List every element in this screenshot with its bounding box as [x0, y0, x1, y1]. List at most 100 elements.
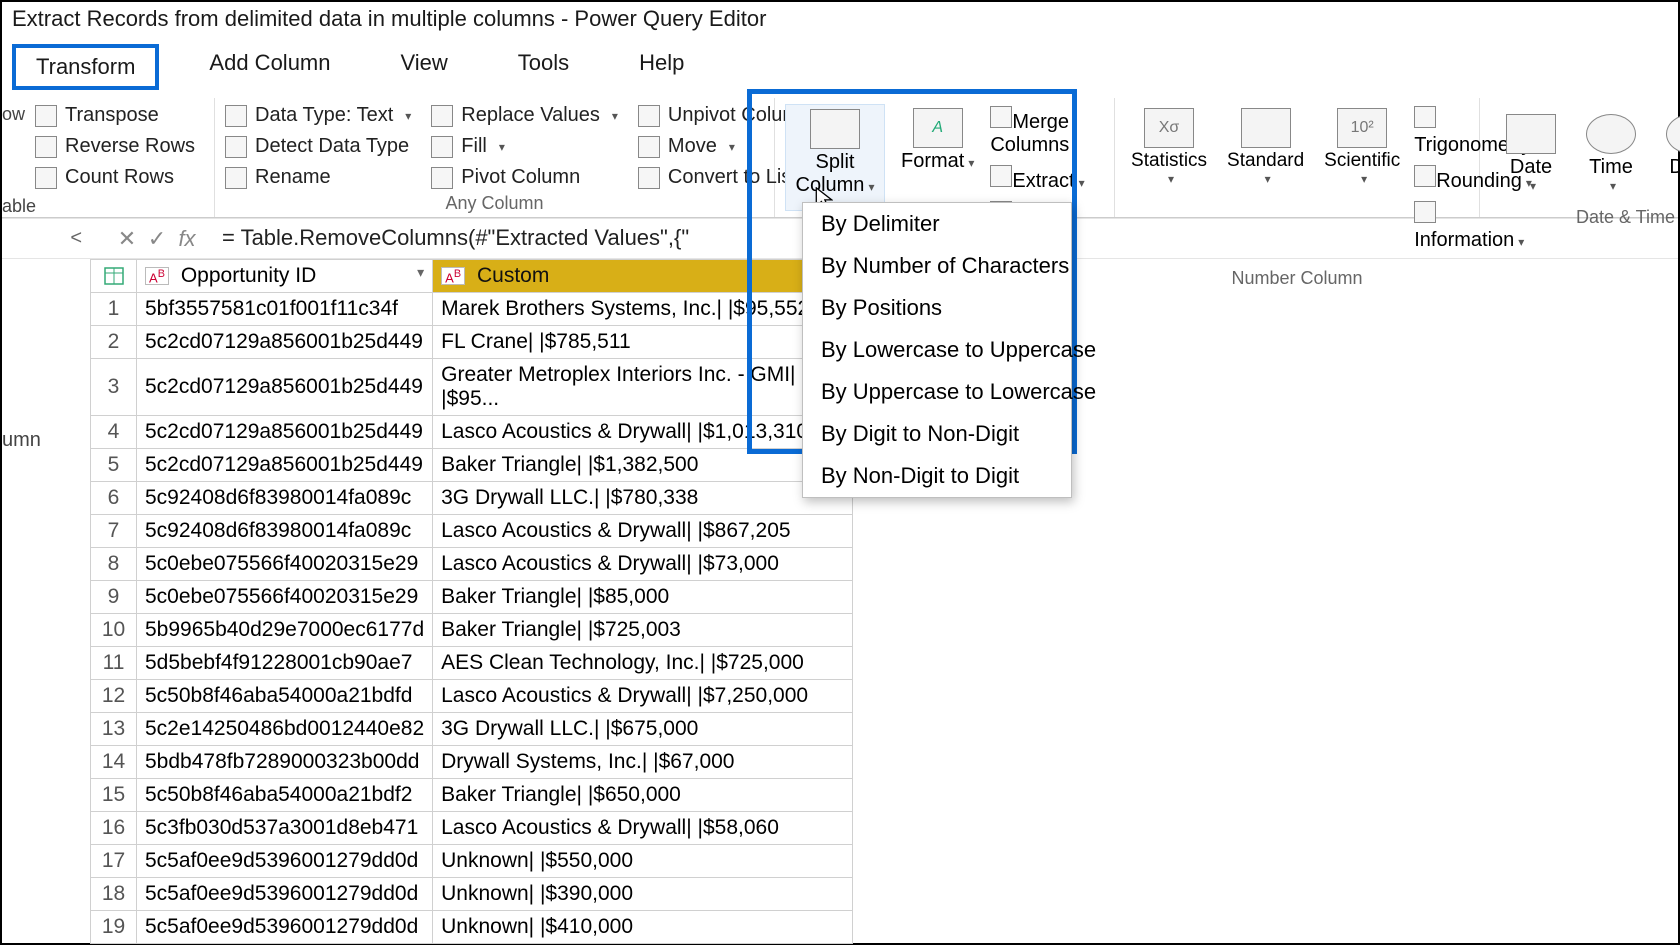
table-row[interactable]: 175c5af0ee9d5396001279dd0dUnknown| |$550… [91, 845, 853, 878]
row-number[interactable]: 8 [91, 548, 137, 581]
cell-opportunity-id[interactable]: 5c3fb030d537a3001d8eb471 [137, 812, 433, 845]
row-number[interactable]: 3 [91, 359, 137, 416]
cell-custom[interactable]: Lasco Acoustics & Drywall| |$73,000 [433, 548, 853, 581]
menu-by-delimiter[interactable]: By Delimiter [803, 203, 1071, 245]
row-number[interactable]: 13 [91, 713, 137, 746]
scientific-button[interactable]: 10²Scientific [1318, 104, 1406, 252]
table-row[interactable]: 125c50b8f46aba54000a21bdfdLasco Acoustic… [91, 680, 853, 713]
cell-custom[interactable]: Drywall Systems, Inc.| |$67,000 [433, 746, 853, 779]
column-filter-button[interactable]: ▾ [417, 264, 424, 281]
table-row[interactable]: 115d5bebf4f91228001cb90ae7AES Clean Tech… [91, 647, 853, 680]
menu-by-number-of-characters[interactable]: By Number of Characters [803, 245, 1071, 287]
column-header-custom[interactable]: AB Custom [433, 260, 853, 293]
cell-opportunity-id[interactable]: 5c2e14250486bd0012440e82 [137, 713, 433, 746]
row-number[interactable]: 1 [91, 293, 137, 326]
cell-custom[interactable]: Baker Triangle| |$650,000 [433, 779, 853, 812]
cell-custom[interactable]: Baker Triangle| |$1,382,500 [433, 449, 853, 482]
cell-opportunity-id[interactable]: 5c2cd07129a856001b25d449 [137, 359, 433, 416]
cell-opportunity-id[interactable]: 5c92408d6f83980014fa089c [137, 515, 433, 548]
row-number[interactable]: 2 [91, 326, 137, 359]
table-row[interactable]: 15bf3557581c01f001f11c34fMarek Brothers … [91, 293, 853, 326]
cell-opportunity-id[interactable]: 5c92408d6f83980014fa089c [137, 482, 433, 515]
row-number[interactable]: 14 [91, 746, 137, 779]
table-row[interactable]: 45c2cd07129a856001b25d449Lasco Acoustics… [91, 416, 853, 449]
rename-button[interactable]: Rename [225, 166, 411, 189]
cell-custom[interactable]: FL Crane| |$785,511 [433, 326, 853, 359]
cell-custom[interactable]: AES Clean Technology, Inc.| |$725,000 [433, 647, 853, 680]
table-row[interactable]: 105b9965b40d29e7000ec6177dBaker Triangle… [91, 614, 853, 647]
table-row[interactable]: 75c92408d6f83980014fa089cLasco Acoustics… [91, 515, 853, 548]
tab-view[interactable]: View [381, 44, 468, 90]
cell-opportunity-id[interactable]: 5bdb478fb7289000323b00dd [137, 746, 433, 779]
cell-opportunity-id[interactable]: 5c2cd07129a856001b25d449 [137, 326, 433, 359]
column-header-opportunity-id[interactable]: AB Opportunity ID ▾ [137, 260, 433, 293]
row-number[interactable]: 19 [91, 911, 137, 944]
fill-button[interactable]: Fill [431, 135, 618, 158]
count-rows-button[interactable]: Count Rows [35, 166, 204, 189]
cell-opportunity-id[interactable]: 5c0ebe075566f40020315e29 [137, 581, 433, 614]
row-number[interactable]: 11 [91, 647, 137, 680]
transpose-button[interactable]: Transpose [35, 104, 204, 127]
tab-transform[interactable]: Transform [12, 44, 159, 90]
cell-opportunity-id[interactable]: 5c5af0ee9d5396001279dd0d [137, 911, 433, 944]
cell-custom[interactable]: Lasco Acoustics & Drywall| |$1,013,310 [433, 416, 853, 449]
table-row[interactable]: 135c2e14250486bd0012440e823G Drywall LLC… [91, 713, 853, 746]
data-type-dropdown[interactable]: Data Type: Text [225, 104, 411, 127]
cell-opportunity-id[interactable]: 5c5af0ee9d5396001279dd0d [137, 878, 433, 911]
menu-non-digit-to-digit[interactable]: By Non-Digit to Digit [803, 455, 1071, 497]
accept-formula-button[interactable]: ✓ [142, 226, 172, 252]
table-row[interactable]: 35c2cd07129a856001b25d449Greater Metropl… [91, 359, 853, 416]
duration-button[interactable]: Dura [1660, 110, 1680, 197]
cell-custom[interactable]: 3G Drywall LLC.| |$675,000 [433, 713, 853, 746]
cancel-formula-button[interactable]: ✕ [112, 226, 142, 252]
queries-collapse-button[interactable]: < [2, 227, 82, 250]
cell-custom[interactable]: Baker Triangle| |$725,003 [433, 614, 853, 647]
cell-custom[interactable]: Lasco Acoustics & Drywall| |$867,205 [433, 515, 853, 548]
row-number[interactable]: 18 [91, 878, 137, 911]
cell-opportunity-id[interactable]: 5c50b8f46aba54000a21bdf2 [137, 779, 433, 812]
cell-opportunity-id[interactable]: 5c0ebe075566f40020315e29 [137, 548, 433, 581]
date-button[interactable]: Date [1500, 110, 1562, 197]
row-number[interactable]: 15 [91, 779, 137, 812]
table-row[interactable]: 145bdb478fb7289000323b00ddDrywall System… [91, 746, 853, 779]
row-number[interactable]: 7 [91, 515, 137, 548]
cell-custom[interactable]: Marek Brothers Systems, Inc.| |$95,552 [433, 293, 853, 326]
cell-custom[interactable]: 3G Drywall LLC.| |$780,338 [433, 482, 853, 515]
cell-custom[interactable]: Lasco Acoustics & Drywall| |$58,060 [433, 812, 853, 845]
cell-opportunity-id[interactable]: 5d5bebf4f91228001cb90ae7 [137, 647, 433, 680]
cell-opportunity-id[interactable]: 5c50b8f46aba54000a21bdfd [137, 680, 433, 713]
table-row[interactable]: 165c3fb030d537a3001d8eb471Lasco Acoustic… [91, 812, 853, 845]
menu-uppercase-to-lowercase[interactable]: By Uppercase to Lowercase [803, 371, 1071, 413]
table-row[interactable]: 85c0ebe075566f40020315e29Lasco Acoustics… [91, 548, 853, 581]
extract-button[interactable]: Extract [990, 165, 1104, 193]
cell-custom[interactable]: Baker Triangle| |$85,000 [433, 581, 853, 614]
time-button[interactable]: Time [1580, 110, 1642, 197]
table-row[interactable]: 55c2cd07129a856001b25d449Baker Triangle|… [91, 449, 853, 482]
tab-add-column[interactable]: Add Column [189, 44, 350, 90]
table-row[interactable]: 95c0ebe075566f40020315e29Baker Triangle|… [91, 581, 853, 614]
row-number[interactable]: 16 [91, 812, 137, 845]
menu-lowercase-to-uppercase[interactable]: By Lowercase to Uppercase [803, 329, 1071, 371]
table-row[interactable]: 155c50b8f46aba54000a21bdf2Baker Triangle… [91, 779, 853, 812]
cell-custom[interactable]: Unknown| |$390,000 [433, 878, 853, 911]
menu-by-positions[interactable]: By Positions [803, 287, 1071, 329]
table-row[interactable]: 65c92408d6f83980014fa089c3G Drywall LLC.… [91, 482, 853, 515]
row-number[interactable]: 4 [91, 416, 137, 449]
cell-opportunity-id[interactable]: 5c2cd07129a856001b25d449 [137, 449, 433, 482]
standard-button[interactable]: Standard [1221, 104, 1310, 252]
merge-columns-button[interactable]: Merge Columns [990, 106, 1104, 157]
row-number[interactable]: 12 [91, 680, 137, 713]
format-button[interactable]: A Format [895, 104, 980, 211]
table-row[interactable]: 195c5af0ee9d5396001279dd0dUnknown| |$410… [91, 911, 853, 944]
split-column-button[interactable]: Split Column [785, 104, 885, 211]
cell-custom[interactable]: Unknown| |$410,000 [433, 911, 853, 944]
cell-custom[interactable]: Lasco Acoustics & Drywall| |$7,250,000 [433, 680, 853, 713]
tab-tools[interactable]: Tools [498, 44, 589, 90]
row-number[interactable]: 9 [91, 581, 137, 614]
tab-help[interactable]: Help [619, 44, 704, 90]
statistics-button[interactable]: XσStatistics [1125, 104, 1213, 252]
pivot-column-button[interactable]: Pivot Column [431, 166, 618, 189]
row-number[interactable]: 17 [91, 845, 137, 878]
cell-custom[interactable]: Greater Metroplex Interiors Inc. - GMI| … [433, 359, 853, 416]
row-number[interactable]: 5 [91, 449, 137, 482]
